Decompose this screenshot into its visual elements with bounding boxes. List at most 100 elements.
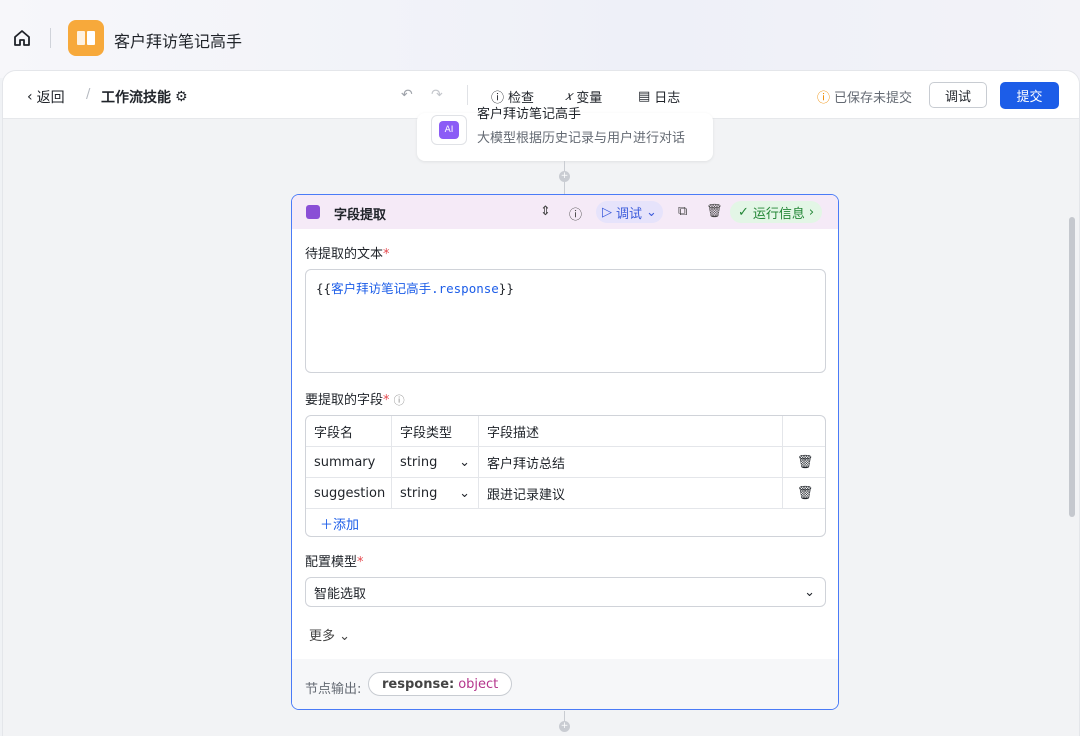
text-field-label: 待提取的文本*: [305, 243, 390, 262]
trash-icon[interactable]: 🗑: [783, 478, 825, 508]
text-field-label-text: 待提取的文本: [305, 247, 384, 262]
variable-icon: 𝑥: [565, 89, 573, 104]
table-row: suggestion string ⌄ 跟进记录建议 🗑: [306, 478, 825, 509]
back-label: 返回: [36, 90, 65, 106]
chevron-down-icon: ⌄: [339, 629, 351, 644]
add-node-dot[interactable]: +: [559, 721, 570, 732]
chevron-down-icon: ⌄: [646, 204, 657, 220]
output-key: response:: [382, 676, 455, 692]
node-debug-label: 调试: [616, 206, 643, 222]
field-name-input[interactable]: summary: [306, 447, 392, 477]
text-reference: 客户拜访笔记高手.response: [331, 281, 499, 296]
previous-node-description: 大模型根据历史记录与用户进行对话: [477, 131, 686, 146]
undo-icon[interactable]: ↶: [401, 87, 413, 103]
log-label: 日志: [654, 91, 681, 106]
add-field-button[interactable]: ＋添加: [320, 514, 359, 533]
breadcrumb-separator: /: [86, 87, 91, 102]
play-icon: ▷: [602, 204, 612, 220]
plus-icon: ＋: [320, 518, 334, 533]
toolbar-divider: [467, 85, 468, 105]
add-field-label: 添加: [333, 518, 360, 533]
node-output-bar: 节点输出: response: object: [292, 659, 838, 709]
column-header: 字段类型: [392, 416, 479, 446]
save-status-label: 已保存未提交: [834, 91, 913, 106]
save-status: ⓘ 已保存未提交: [817, 87, 912, 106]
fields-table: 字段名 字段类型 字段描述 summary string ⌄ 客户拜访总结 🗑 s…: [305, 415, 826, 537]
log-button[interactable]: ▤ 日志: [638, 87, 680, 106]
log-icon: ▤: [638, 89, 651, 104]
workflow-canvas[interactable]: 客户拜访笔记高手 AI 大模型根据历史记录与用户进行对话 + 字段提取 ⇕ ⓘ …: [3, 107, 1079, 736]
more-toggle[interactable]: 更多 ⌄: [309, 625, 350, 644]
node-title: 字段提取: [334, 208, 387, 223]
header-divider: [50, 28, 51, 48]
connector-line: [564, 161, 565, 171]
ai-model-icon: AI: [431, 115, 467, 145]
model-select[interactable]: 智能选取 ⌄: [305, 577, 826, 607]
field-desc-input[interactable]: 客户拜访总结: [479, 447, 783, 477]
chevron-right-icon: ›: [808, 204, 815, 220]
chevron-down-icon: ⌄: [459, 454, 470, 470]
output-chip[interactable]: response: object: [368, 672, 513, 696]
model-label-text: 配置模型: [305, 555, 358, 570]
output-label: 节点输出:: [305, 682, 362, 697]
column-header: 字段描述: [479, 416, 783, 446]
model-label: 配置模型*: [305, 551, 364, 570]
home-icon[interactable]: [12, 28, 32, 48]
app-title: 客户拜访笔记高手: [114, 32, 243, 51]
chevron-down-icon: ⌄: [459, 485, 470, 501]
workflow-panel: ‹ 返回 / 工作流技能 ⚙ ↶ ↷ ⓘ 检查 𝑥 变量 ▤ 日志 ⓘ 已保存未提交 调试 …: [2, 70, 1080, 736]
back-button[interactable]: ‹ 返回: [27, 87, 65, 107]
previous-node-title: 客户拜访笔记高手: [477, 107, 582, 122]
warning-icon: ⓘ: [817, 91, 831, 106]
run-info-label: 运行信息: [752, 206, 805, 222]
info-icon[interactable]: ⓘ: [394, 394, 405, 407]
connector-line: [564, 182, 565, 194]
chevron-down-icon: ⌄: [804, 584, 815, 600]
field-extract-node[interactable]: 字段提取 ⇕ ⓘ ▷ 调试 ⌄ ⧉ 🗑 ✓ 运行信息 › 待提取的文本* {{客户拜访笔…: [291, 194, 839, 710]
add-node-dot[interactable]: +: [559, 171, 570, 182]
help-icon[interactable]: ⓘ: [569, 204, 582, 223]
check-mark-icon: ✓: [738, 204, 749, 220]
fields-label-text: 要提取的字段: [305, 393, 384, 408]
model-value: 智能选取: [314, 586, 367, 602]
text-input[interactable]: {{客户拜访笔记高手.response}}: [305, 269, 826, 373]
text-prefix: {{: [316, 281, 332, 296]
column-header: [783, 416, 825, 446]
copy-icon[interactable]: ⧉: [678, 204, 687, 219]
field-type-select[interactable]: string ⌄: [392, 478, 479, 508]
redo-icon[interactable]: ↷: [431, 87, 443, 103]
app-book-icon: [68, 20, 104, 56]
submit-button[interactable]: 提交: [1000, 82, 1059, 109]
column-header: 字段名: [306, 416, 392, 446]
field-type-value: string: [400, 485, 438, 501]
run-info-button[interactable]: ✓ 运行信息 ›: [730, 201, 823, 223]
debug-button[interactable]: 调试: [929, 82, 987, 108]
trash-icon[interactable]: 🗑: [783, 447, 825, 477]
trash-icon[interactable]: 🗑: [706, 204, 723, 219]
field-desc-input[interactable]: 跟进记录建议: [479, 478, 783, 508]
field-extract-icon: [306, 205, 320, 219]
node-debug-button[interactable]: ▷ 调试 ⌄: [596, 201, 663, 223]
scrollbar[interactable]: [1069, 217, 1075, 517]
text-suffix: }}: [498, 281, 514, 296]
required-mark: *: [357, 555, 364, 570]
breadcrumb: 工作流技能 ⚙: [101, 87, 188, 107]
breadcrumb-label: 工作流技能: [101, 90, 171, 106]
field-type-value: string: [400, 454, 438, 470]
fields-label: 要提取的字段* ⓘ: [305, 389, 405, 408]
previous-node-card[interactable]: 客户拜访笔记高手 AI 大模型根据历史记录与用户进行对话: [417, 107, 713, 161]
table-row: summary string ⌄ 客户拜访总结 🗑: [306, 447, 825, 478]
required-mark: *: [383, 393, 390, 408]
field-name-input[interactable]: suggestion: [306, 478, 392, 508]
field-type-select[interactable]: string ⌄: [392, 447, 479, 477]
collapse-icon[interactable]: ⇕: [540, 204, 551, 219]
required-mark: *: [383, 247, 390, 262]
chevron-left-icon: ‹: [27, 89, 33, 105]
app-header: 客户拜访笔记高手: [0, 0, 1080, 78]
node-header: 字段提取 ⇕ ⓘ ▷ 调试 ⌄ ⧉ 🗑 ✓ 运行信息 ›: [292, 195, 838, 229]
ai-icon-text: AI: [439, 121, 459, 139]
more-label: 更多: [309, 629, 336, 644]
table-header: 字段名 字段类型 字段描述: [306, 416, 825, 447]
output-type: object: [458, 676, 499, 692]
settings-icon[interactable]: ⚙: [175, 89, 188, 105]
